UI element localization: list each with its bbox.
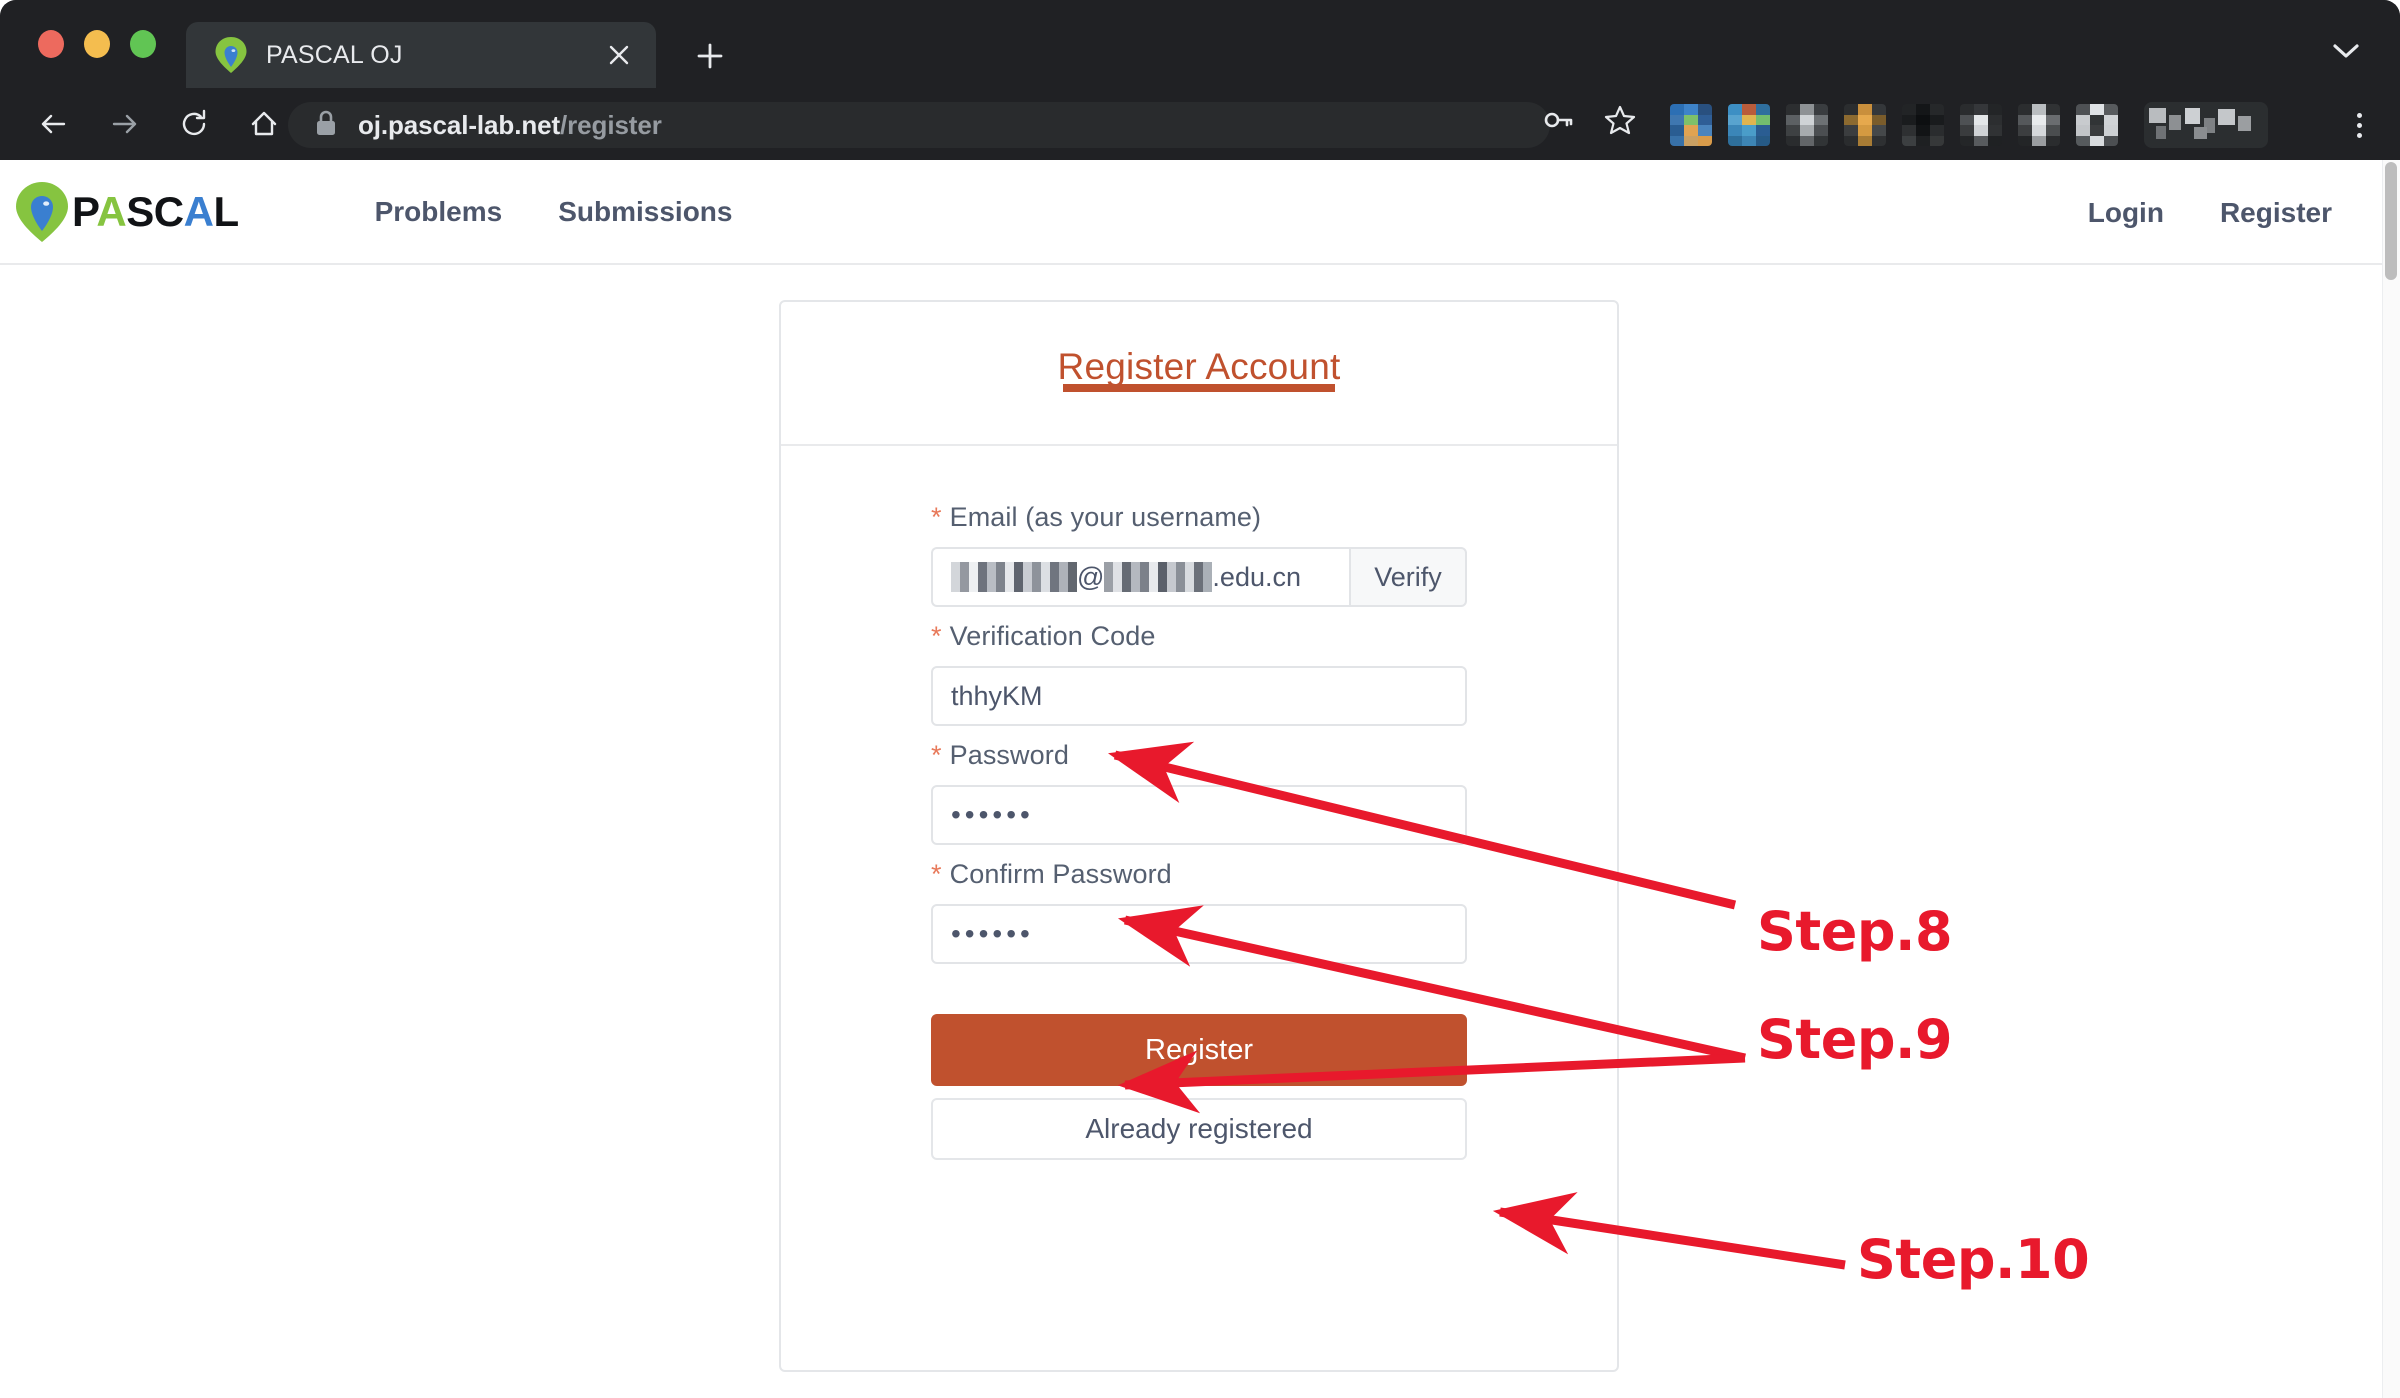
brand-letter-a2: A <box>183 187 214 235</box>
active-tab-underline <box>1063 384 1335 392</box>
maximize-window-button[interactable] <box>130 30 156 58</box>
extension-icon-5[interactable] <box>1902 104 1944 146</box>
password-input[interactable]: •••••• <box>931 785 1467 845</box>
label-password-text: Password <box>949 740 1069 770</box>
required-asterisk: * <box>931 740 942 770</box>
extension-icon-8[interactable] <box>2076 104 2118 146</box>
extension-icon-2[interactable] <box>1728 104 1770 146</box>
url-text: oj.pascal-lab.net/register <box>358 110 662 141</box>
already-registered-button[interactable]: Already registered <box>931 1098 1467 1160</box>
browser-window: PASCAL OJ oj.pascal-lab.net/register PAS… <box>0 0 2400 1398</box>
extension-icon-7[interactable] <box>2018 104 2060 146</box>
required-asterisk: * <box>931 621 942 651</box>
field-password: * Password •••••• <box>931 740 1467 845</box>
brand-letter-c: C <box>153 187 184 235</box>
url-host: oj.pascal-lab.net <box>358 109 561 140</box>
email-value: @ .edu.cn <box>951 562 1301 593</box>
reload-icon[interactable] <box>166 96 222 152</box>
brand-logo[interactable]: PASCAL <box>14 180 239 244</box>
main-navigation: Problems Submissions <box>347 186 761 238</box>
redacted-local-part <box>951 562 1077 592</box>
field-email: * Email (as your username) @ .edu.cn Ver… <box>931 502 1467 607</box>
register-card: Register Account * Email (as your usernam… <box>779 300 1619 1372</box>
confirm-password-input[interactable]: •••••• <box>931 904 1467 964</box>
close-tab-button[interactable] <box>598 34 640 76</box>
brand-letter-a1: A <box>96 187 127 235</box>
nav-item-problems[interactable]: Problems <box>347 186 531 238</box>
extension-icon-1[interactable] <box>1670 104 1712 146</box>
scrollbar-thumb[interactable] <box>2385 162 2397 280</box>
nav-item-register[interactable]: Register <box>2192 187 2360 239</box>
card-header: Register Account <box>781 302 1617 446</box>
tab-register-account-label: Register Account <box>1057 346 1341 387</box>
window-controls <box>38 30 156 58</box>
extension-icon-6[interactable] <box>1960 104 2002 146</box>
site-header: PASCAL Problems Submissions Login Regist… <box>0 160 2382 265</box>
brand-letter-p: P <box>72 187 97 235</box>
lock-icon <box>314 109 338 142</box>
minimize-window-button[interactable] <box>84 30 110 58</box>
tab-register-account[interactable]: Register Account <box>1057 346 1341 392</box>
arrow-right-icon[interactable] <box>96 96 152 152</box>
page-scrollbar[interactable] <box>2382 160 2400 1398</box>
verification-code-value: thhyKM <box>951 680 1043 711</box>
browser-tab[interactable]: PASCAL OJ <box>186 22 656 88</box>
account-navigation: Login Register <box>2060 160 2360 265</box>
chevron-down-icon[interactable] <box>2318 26 2374 76</box>
kebab-menu-icon[interactable] <box>2338 104 2380 146</box>
label-verification-code-text: Verification Code <box>949 621 1156 651</box>
label-confirm-password-text: Confirm Password <box>949 859 1172 889</box>
extension-pill-blurred[interactable] <box>2144 102 2268 148</box>
extensions-tray <box>1670 104 2118 146</box>
verify-button[interactable]: Verify <box>1349 547 1467 607</box>
brand-text: PASCAL <box>72 188 239 236</box>
star-icon[interactable] <box>1602 102 1638 143</box>
new-tab-button[interactable] <box>686 32 734 80</box>
tab-strip: PASCAL OJ <box>0 0 2400 88</box>
email-input-group: @ .edu.cn Verify <box>931 547 1467 607</box>
field-confirm-password: * Confirm Password •••••• <box>931 859 1467 964</box>
nav-item-submissions[interactable]: Submissions <box>530 186 760 238</box>
tab-title: PASCAL OJ <box>266 40 403 69</box>
key-icon[interactable] <box>1540 102 1576 143</box>
label-password: * Password <box>931 740 1467 771</box>
address-bar[interactable]: oj.pascal-lab.net/register <box>288 102 1550 148</box>
required-asterisk: * <box>931 859 942 889</box>
label-verification-code: * Verification Code <box>931 621 1467 652</box>
step-10-label: Step.10 <box>1857 1228 2090 1291</box>
email-input[interactable]: @ .edu.cn <box>931 547 1349 607</box>
label-email: * Email (as your username) <box>931 502 1467 533</box>
step-9-label: Step.9 <box>1757 1008 1953 1071</box>
field-verification-code: * Verification Code thhyKM <box>931 621 1467 726</box>
pascal-pin-icon <box>214 36 248 74</box>
brand-letter-s: S <box>126 187 154 235</box>
email-domain-suffix: .edu.cn <box>1212 561 1301 592</box>
omnibox-actions <box>1540 102 1638 143</box>
verification-code-input[interactable]: thhyKM <box>931 666 1467 726</box>
register-button[interactable]: Register <box>931 1014 1467 1086</box>
browser-toolbar: oj.pascal-lab.net/register <box>0 88 2400 160</box>
confirm-password-masked-value: •••••• <box>951 918 1034 949</box>
home-icon[interactable] <box>236 96 292 152</box>
password-masked-value: •••••• <box>951 799 1034 830</box>
required-asterisk: * <box>931 502 942 532</box>
label-confirm-password: * Confirm Password <box>931 859 1467 890</box>
step-8-label: Step.8 <box>1757 900 1953 963</box>
pascal-pin-icon <box>14 180 70 244</box>
extension-icon-4[interactable] <box>1844 104 1886 146</box>
label-email-text: Email (as your username) <box>949 502 1262 532</box>
register-form: * Email (as your username) @ .edu.cn Ver… <box>781 446 1617 1160</box>
email-at-symbol: @ <box>1077 561 1105 592</box>
url-path: /register <box>560 109 662 140</box>
arrow-left-icon[interactable] <box>26 96 82 152</box>
brand-letter-l: L <box>213 187 239 235</box>
extension-icon-3[interactable] <box>1786 104 1828 146</box>
nav-item-login[interactable]: Login <box>2060 187 2192 239</box>
close-window-button[interactable] <box>38 30 64 58</box>
form-spacer <box>931 978 1467 1014</box>
redacted-domain-part <box>1104 562 1213 592</box>
page-viewport: PASCAL Problems Submissions Login Regist… <box>0 160 2400 1398</box>
